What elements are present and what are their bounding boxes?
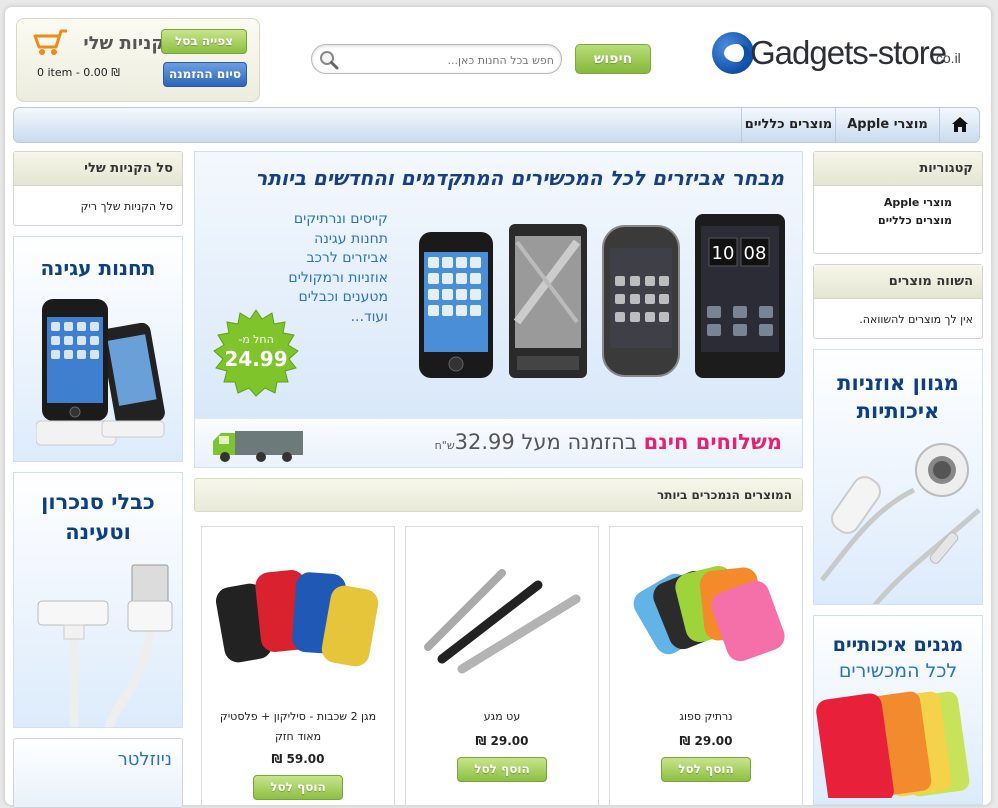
shopping-cart-icon	[33, 29, 67, 55]
cart-summary: 0 item - 0.00 ₪	[37, 66, 120, 79]
mini-cart-box: סל הקניות שלי סל הקניות שלך ריק	[13, 151, 183, 226]
free-shipping-bold: משלוחים חינם	[643, 430, 782, 454]
nexus-phone-image	[602, 225, 680, 377]
compare-box: השווה מוצרים אין לך מוצרים להשוואה.	[813, 264, 983, 339]
free-shipping-rest: בהזמנה מעל 32.99	[454, 430, 644, 454]
product-name[interactable]: נרתיק ספוג	[616, 707, 796, 727]
free-shipping-strip: משלוחים חינם בהזמנה מעל 32.99ש"ח	[195, 418, 802, 467]
logo-tld: .co.il	[932, 50, 961, 66]
banner-cables[interactable]: כבלי סנכרון וטעינה	[13, 472, 183, 728]
main-nav: מוצרי Apple מוצרים כלליים	[13, 107, 980, 143]
iphone-image	[419, 232, 493, 378]
hero-title: מבחר אביזרים לכל המכשירים המתקדמים והחדש…	[255, 166, 784, 190]
price-starburst: החל מ- 24.99	[211, 308, 301, 398]
htc-clock-hours: 10	[712, 243, 735, 264]
compare-body: אין לך מוצרים להשוואה.	[859, 313, 973, 326]
banner-headphones-line2: איכותיות	[856, 399, 940, 423]
product-card: עט מגע 29.00 ₪ הוסף לסל	[405, 526, 599, 806]
hero-banner[interactable]: מבחר אביזרים לכל המכשירים המתקדמים והחדש…	[194, 151, 803, 468]
dual-layer-case-image[interactable]	[214, 557, 384, 687]
newsletter-box: ניוזלטר	[13, 738, 183, 808]
checkout-button[interactable]: סיום ההזמנה	[163, 62, 247, 87]
banner-cases[interactable]: מגנים איכותיים לכל המכשירים	[813, 615, 983, 805]
add-to-cart-button[interactable]: הוסף לסל	[661, 757, 751, 782]
search-icon[interactable]	[319, 50, 339, 70]
search-input[interactable]	[342, 51, 554, 69]
product-name[interactable]: מגן 2 שכבות - סיליקון + פלסטיק מאוד חזק	[208, 707, 388, 747]
banner-cases-line2: לכל המכשירים	[838, 660, 958, 682]
banner-cables-line2: וטעינה	[65, 520, 131, 544]
newsletter-title: ניוזלטר	[117, 749, 172, 770]
logo-text: Gadgets-store	[750, 34, 947, 71]
nav-home[interactable]	[939, 108, 979, 142]
htc-clock-minutes: 08	[744, 243, 767, 264]
hero-list-item: מטענים וכבלים	[298, 289, 388, 305]
price-from-label: החל מ-	[238, 333, 274, 346]
stylus-pen-image[interactable]	[418, 557, 588, 687]
product-price: 29.00 ₪	[475, 734, 529, 748]
banner-docks-title: תחנות עגינה	[40, 256, 156, 280]
hero-list-item: אוזניות ורמקולים	[288, 269, 388, 286]
iphone-dock-image	[36, 299, 165, 446]
category-link-apple[interactable]: מוצרי Apple	[814, 194, 982, 212]
nav-item-apple[interactable]: מוצרי Apple	[835, 108, 939, 142]
usb-cable-image	[37, 564, 173, 727]
android-droid-image	[509, 224, 587, 378]
header-cart: הקניות שלי 0 item - 0.00 ₪ צפייה בסל סיו…	[16, 18, 260, 102]
category-link-general[interactable]: מוצרים כלליים	[814, 212, 982, 230]
site-logo[interactable]: Gadgets-store .co.il	[712, 28, 968, 80]
add-to-cart-button[interactable]: הוסף לסל	[253, 775, 343, 800]
product-price: 59.00 ₪	[271, 752, 325, 766]
view-cart-button[interactable]: צפייה בסל	[161, 29, 247, 54]
htc-phone-image: 10 08	[695, 214, 785, 378]
banner-docks[interactable]: תחנות עגינה	[13, 236, 183, 462]
mini-cart-title: סל הקניות שלי	[14, 152, 182, 186]
home-icon	[952, 117, 968, 132]
bestsellers-title: המוצרים הנמכרים ביותר	[194, 478, 803, 512]
add-to-cart-button[interactable]: הוסף לסל	[457, 757, 547, 782]
banner-headphones[interactable]: מגוון אוזניות איכותיות	[813, 349, 983, 605]
hero-list-item: ועוד...	[350, 308, 388, 325]
phone-cases-image	[816, 691, 970, 798]
sponge-pouch-image[interactable]	[622, 557, 792, 687]
product-card: נרתיק ספוג 29.00 ₪ הוסף לסל	[609, 526, 803, 806]
compare-title: השווה מוצרים	[814, 265, 982, 299]
product-card: מגן 2 שכבות - סיליקון + פלסטיק מאוד חזק …	[201, 526, 395, 806]
free-shipping-text: משלוחים חינם בהזמנה מעל 32.99ש"ח	[435, 430, 782, 454]
hero-list-item: קייסים ונרתיקים	[293, 211, 388, 227]
mini-cart-body: סל הקניות שלך ריק	[80, 200, 173, 213]
search-box	[311, 44, 562, 74]
product-name[interactable]: עט מגע	[412, 707, 592, 727]
categories-title: קטגוריות	[814, 152, 982, 186]
truck-icon	[213, 431, 303, 462]
currency-word: ש"ח	[434, 439, 455, 452]
nav-item-general[interactable]: מוצרים כלליים	[741, 108, 835, 142]
hero-list-item: אביזרים לרכב	[306, 250, 388, 266]
search-button[interactable]: חיפוש	[575, 44, 651, 74]
price-from-value: 24.99	[224, 347, 288, 371]
banner-headphones-line1: מגוון אוזניות	[837, 371, 959, 395]
product-price: 29.00 ₪	[679, 734, 733, 748]
earphones-image	[820, 443, 981, 604]
hero-list: קייסים ונרתיקים תחנות עגינה אביזרים לרכב…	[288, 210, 388, 327]
categories-box: קטגוריות מוצרי Apple מוצרים כלליים	[813, 151, 983, 254]
hero-list-item: תחנות עגינה	[314, 230, 388, 247]
logo-g-icon	[712, 32, 754, 74]
banner-cables-line1: כבלי סנכרון	[41, 490, 155, 514]
